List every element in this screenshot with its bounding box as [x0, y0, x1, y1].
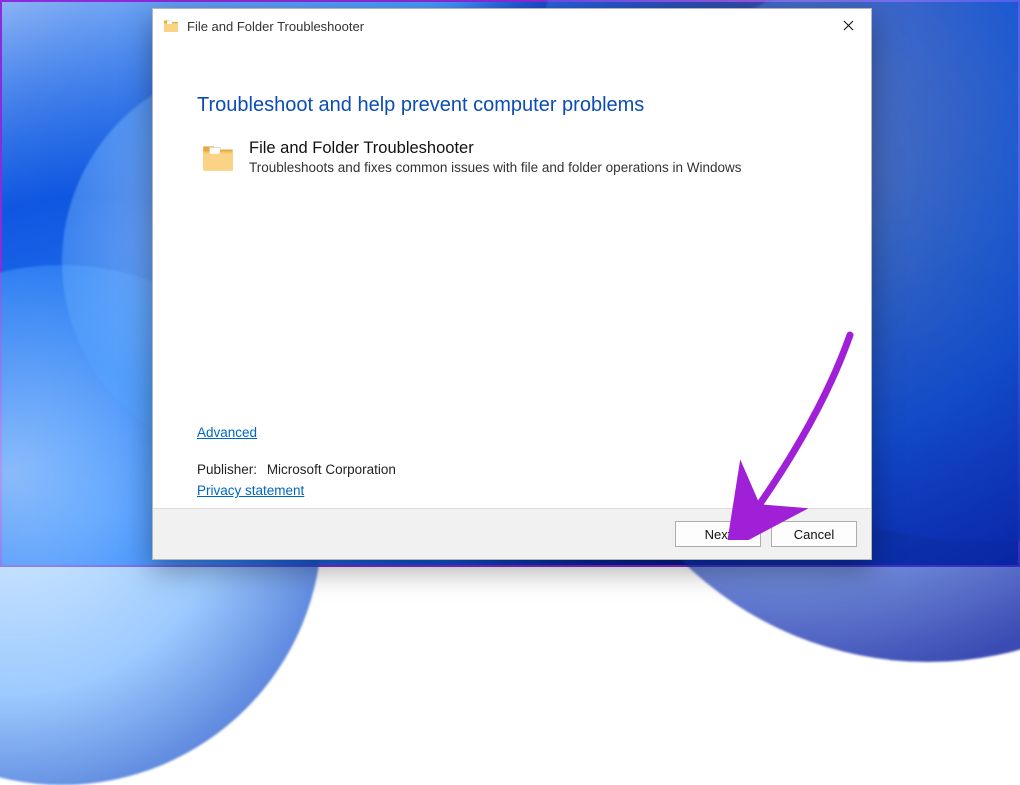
cancel-button[interactable]: Cancel — [771, 521, 857, 547]
troubleshooter-item-description: Troubleshoots and fixes common issues wi… — [249, 160, 742, 175]
page-title: Troubleshoot and help prevent computer p… — [197, 94, 827, 117]
privacy-statement-link[interactable]: Privacy statement — [197, 483, 304, 498]
folder-icon — [201, 141, 235, 175]
close-icon — [843, 18, 854, 34]
publisher-label: Publisher: — [197, 462, 257, 477]
spacer — [197, 175, 827, 425]
window-controls — [825, 9, 871, 43]
publisher-value: Microsoft Corporation — [267, 462, 396, 477]
troubleshooter-item-text: File and Folder Troubleshooter Troublesh… — [249, 139, 742, 175]
folder-icon — [163, 18, 179, 34]
window-title: File and Folder Troubleshooter — [187, 19, 364, 34]
next-button[interactable]: Next — [675, 521, 761, 547]
troubleshooter-dialog: File and Folder Troubleshooter Troublesh… — [152, 8, 872, 560]
publisher-row: Publisher: Microsoft Corporation — [197, 462, 827, 477]
close-button[interactable] — [825, 9, 871, 43]
troubleshooter-item: File and Folder Troubleshooter Troublesh… — [201, 139, 827, 175]
advanced-link[interactable]: Advanced — [197, 425, 257, 440]
dialog-footer: Next Cancel — [153, 508, 871, 559]
dialog-content: Troubleshoot and help prevent computer p… — [153, 44, 871, 508]
titlebar: File and Folder Troubleshooter — [153, 9, 871, 44]
troubleshooter-item-title: File and Folder Troubleshooter — [249, 139, 742, 158]
